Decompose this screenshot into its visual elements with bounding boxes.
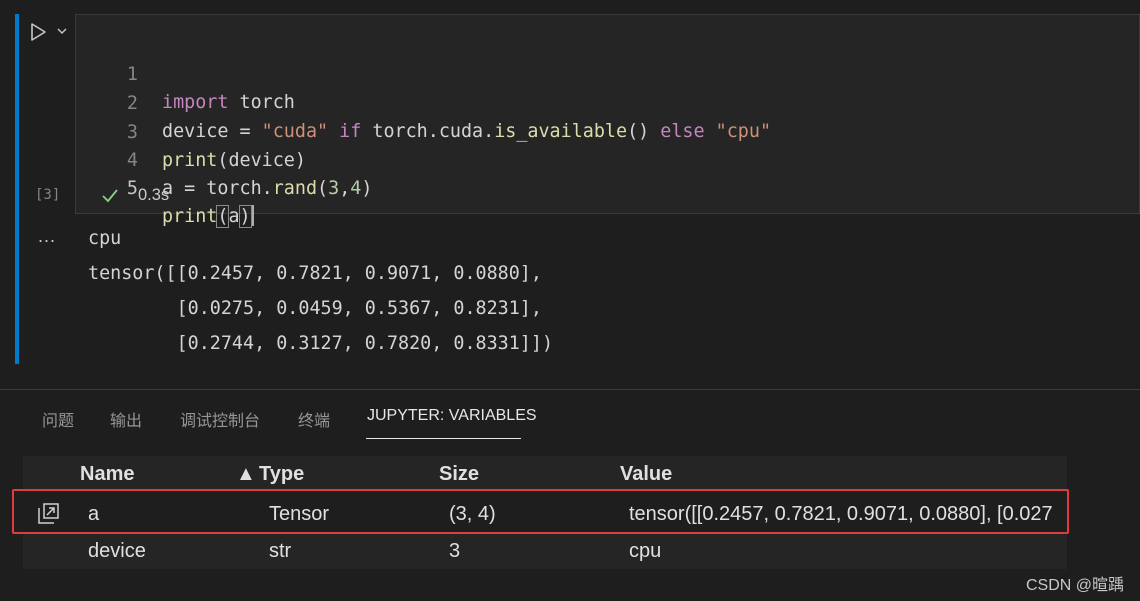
output-more-actions-icon[interactable]: ...	[38, 226, 56, 247]
code-token: (	[216, 205, 230, 228]
variable-type: str	[269, 540, 292, 562]
execution-time: 0.3s	[138, 186, 170, 204]
tab-terminal[interactable]: 终端	[298, 407, 330, 431]
code-token: )	[361, 178, 373, 199]
variable-name: a	[88, 503, 100, 525]
code-line: 4 a = torch.rand(3,4)	[76, 119, 373, 199]
code-line: 2 device = "cuda" if torch.cuda.is_avail…	[76, 62, 771, 142]
tab-problems[interactable]: 问题	[42, 407, 74, 431]
code-editor[interactable]: 1 import torch 2 device = "cuda" if torc…	[75, 14, 1140, 228]
code-token: 4	[350, 178, 362, 199]
code-line: 5 print(a)	[76, 147, 254, 228]
variables-table-header	[23, 456, 1067, 492]
code-token: a	[228, 206, 240, 227]
code-token: else	[660, 121, 705, 142]
text-cursor	[251, 205, 254, 226]
code-token: if	[328, 121, 373, 142]
code-token: (device)	[217, 150, 306, 171]
code-token: 3	[328, 178, 340, 199]
code-token: )	[238, 205, 252, 228]
code-token: print	[162, 150, 218, 171]
column-header-name[interactable]: Name	[80, 463, 134, 486]
tab-jupyter-variables[interactable]: JUPYTER: VARIABLES	[367, 407, 537, 425]
code-token: ()	[627, 121, 661, 142]
code-token: "cuda"	[261, 121, 329, 142]
check-icon	[102, 189, 118, 203]
variable-name: device	[88, 540, 146, 562]
code-token: ,	[339, 178, 351, 199]
tab-debug-console[interactable]: 调试控制台	[180, 407, 260, 431]
execution-count: [3]	[35, 187, 61, 203]
code-token: a = torch.	[162, 178, 273, 199]
output-line: cpu	[88, 228, 122, 249]
tab-output[interactable]: 输出	[110, 407, 142, 431]
code-token: torch.cuda.	[372, 121, 495, 142]
output-line: [0.0275, 0.0459, 0.5367, 0.8231],	[88, 298, 542, 319]
variable-value: tensor([[0.2457, 0.7821, 0.9071, 0.0880]…	[629, 503, 1053, 525]
variable-type: Tensor	[269, 503, 330, 525]
output-line: tensor([[0.2457, 0.7821, 0.9071, 0.0880]…	[88, 263, 542, 284]
code-token: torch	[228, 92, 295, 113]
code-token: device =	[162, 121, 262, 142]
active-tab-indicator	[366, 438, 521, 439]
output-line: [0.2744, 0.3127, 0.7820, 0.8331]])	[88, 333, 554, 354]
code-token: import	[162, 92, 229, 113]
code-token: is_available	[494, 121, 628, 142]
table-row[interactable]	[23, 533, 1067, 569]
column-header-type[interactable]: Type	[259, 463, 304, 486]
watermark: CSDN @暄踽	[1025, 577, 1124, 594]
code-token: rand	[272, 178, 318, 199]
panel-divider	[0, 389, 1140, 390]
sort-ascending-icon[interactable]: ▲	[236, 463, 256, 486]
code-token: "cpu"	[715, 121, 772, 142]
code-token: (	[317, 178, 329, 199]
code-line: 3 print(device)	[76, 91, 306, 171]
variable-size: 3	[449, 540, 461, 562]
column-header-size[interactable]: Size	[439, 463, 479, 486]
run-cell-icon[interactable]	[28, 22, 48, 42]
column-header-value[interactable]: Value	[620, 463, 672, 486]
variable-value: cpu	[629, 540, 662, 562]
chevron-down-icon[interactable]	[55, 24, 69, 38]
variable-size: (3, 4)	[449, 503, 496, 525]
open-in-data-viewer-icon[interactable]	[35, 501, 61, 527]
code-token: print	[162, 206, 218, 227]
code-line: 1 import torch	[76, 33, 295, 113]
cell-focus-indicator	[15, 14, 19, 364]
